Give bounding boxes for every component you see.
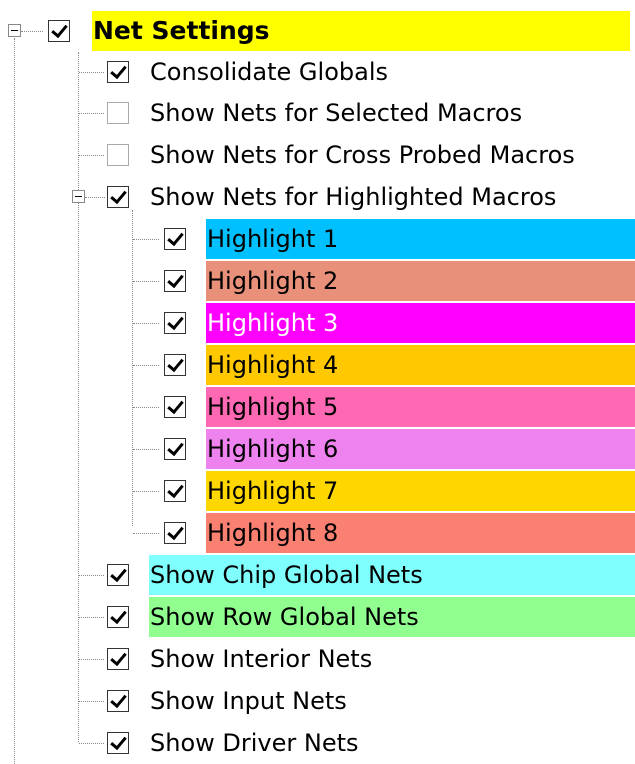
consolidate-globals-checkbox[interactable] xyxy=(107,61,129,83)
tree-line-level2 xyxy=(132,210,133,526)
tree-connector xyxy=(133,323,159,324)
highlight-3-checkbox[interactable] xyxy=(164,312,186,334)
tree-connector xyxy=(133,239,159,240)
show-nets-selected-macros-checkbox[interactable] xyxy=(107,102,129,124)
highlight-6-label: Highlight 6 xyxy=(206,429,635,469)
highlight-6-checkbox[interactable] xyxy=(164,438,186,460)
tree-node-show-chip-global-nets[interactable]: Show Chip Global Nets xyxy=(107,555,635,595)
show-driver-nets-checkbox[interactable] xyxy=(107,732,129,754)
tree-connector xyxy=(133,449,159,450)
tree-node-highlight-2[interactable]: Highlight 2 xyxy=(162,261,635,301)
show-chip-global-nets-label: Show Chip Global Nets xyxy=(149,555,635,595)
highlight-3-label: Highlight 3 xyxy=(206,303,635,343)
tree-node-show-nets-cross-probed-macros[interactable]: Show Nets for Cross Probed Macros xyxy=(107,135,635,175)
tree-connector xyxy=(133,491,159,492)
tree-connector xyxy=(133,281,159,282)
highlight-7-label: Highlight 7 xyxy=(206,471,635,511)
show-nets-highlighted-macros-checkbox[interactable] xyxy=(107,186,129,208)
highlight-4-checkbox[interactable] xyxy=(164,354,186,376)
tree-connector xyxy=(133,407,159,408)
tree-connector xyxy=(79,155,104,156)
show-driver-nets-label: Show Driver Nets xyxy=(150,729,359,757)
tree-node-highlight-8[interactable]: Highlight 8 xyxy=(162,513,635,553)
tree-connector xyxy=(79,617,104,618)
show-input-nets-checkbox[interactable] xyxy=(107,690,129,712)
tree-node-show-row-global-nets[interactable]: Show Row Global Nets xyxy=(107,597,635,637)
show-row-global-nets-checkbox[interactable] xyxy=(107,606,129,628)
show-interior-nets-label: Show Interior Nets xyxy=(150,645,373,673)
tree-node-show-driver-nets[interactable]: Show Driver Nets xyxy=(107,723,635,763)
consolidate-globals-label: Consolidate Globals xyxy=(150,58,388,86)
show-nets-highlighted-macros-label: Show Nets for Highlighted Macros xyxy=(150,183,557,211)
tree-node-net-settings[interactable]: Net Settings xyxy=(48,11,635,51)
highlight-1-label: Highlight 1 xyxy=(206,219,635,259)
show-nets-cross-probed-macros-label: Show Nets for Cross Probed Macros xyxy=(150,141,575,169)
highlight-2-label: Highlight 2 xyxy=(206,261,635,301)
highlight-2-checkbox[interactable] xyxy=(164,270,186,292)
tree-node-show-nets-highlighted-macros[interactable]: Show Nets for Highlighted Macros xyxy=(107,177,627,217)
tree-node-highlight-3[interactable]: Highlight 3 xyxy=(162,303,635,343)
show-nets-cross-probed-macros-checkbox[interactable] xyxy=(107,144,129,166)
tree-node-consolidate-globals[interactable]: Consolidate Globals xyxy=(107,52,627,92)
tree-connector xyxy=(79,659,104,660)
tree-node-highlight-1[interactable]: Highlight 1 xyxy=(162,219,635,259)
highlight-4-label: Highlight 4 xyxy=(206,345,635,385)
show-input-nets-label: Show Input Nets xyxy=(150,687,347,715)
tree-connector xyxy=(21,31,43,32)
highlight-5-label: Highlight 5 xyxy=(206,387,635,427)
tree-node-show-input-nets[interactable]: Show Input Nets xyxy=(107,681,635,721)
highlight-8-label: Highlight 8 xyxy=(206,513,635,553)
show-nets-selected-macros-label: Show Nets for Selected Macros xyxy=(150,99,523,127)
tree-node-highlight-6[interactable]: Highlight 6 xyxy=(162,429,635,469)
tree-node-highlight-5[interactable]: Highlight 5 xyxy=(162,387,635,427)
net-settings-checkbox[interactable] xyxy=(48,20,70,42)
tree-node-highlight-4[interactable]: Highlight 4 xyxy=(162,345,635,385)
net-settings-label: Net Settings xyxy=(92,11,630,51)
highlight-7-checkbox[interactable] xyxy=(164,480,186,502)
tree-connector xyxy=(133,533,159,534)
tree-connector xyxy=(79,575,104,576)
net-settings-tree: Net Settings Consolidate Globals Show Ne… xyxy=(0,0,635,764)
tree-connector xyxy=(79,113,104,114)
tree-connector xyxy=(79,743,104,744)
tree-connector xyxy=(79,701,104,702)
collapse-highlighted-macros-icon[interactable] xyxy=(72,190,85,203)
tree-line-root xyxy=(14,38,15,764)
show-interior-nets-checkbox[interactable] xyxy=(107,648,129,670)
highlight-5-checkbox[interactable] xyxy=(164,396,186,418)
tree-node-highlight-7[interactable]: Highlight 7 xyxy=(162,471,635,511)
highlight-8-checkbox[interactable] xyxy=(164,522,186,544)
tree-connector xyxy=(133,365,159,366)
highlight-1-checkbox[interactable] xyxy=(164,228,186,250)
show-row-global-nets-label: Show Row Global Nets xyxy=(149,597,635,637)
show-chip-global-nets-checkbox[interactable] xyxy=(107,564,129,586)
tree-node-show-interior-nets[interactable]: Show Interior Nets xyxy=(107,639,635,679)
tree-connector xyxy=(85,197,105,198)
tree-node-show-nets-selected-macros[interactable]: Show Nets for Selected Macros xyxy=(107,93,627,133)
collapse-root-icon[interactable] xyxy=(8,24,21,37)
tree-connector xyxy=(79,72,104,73)
